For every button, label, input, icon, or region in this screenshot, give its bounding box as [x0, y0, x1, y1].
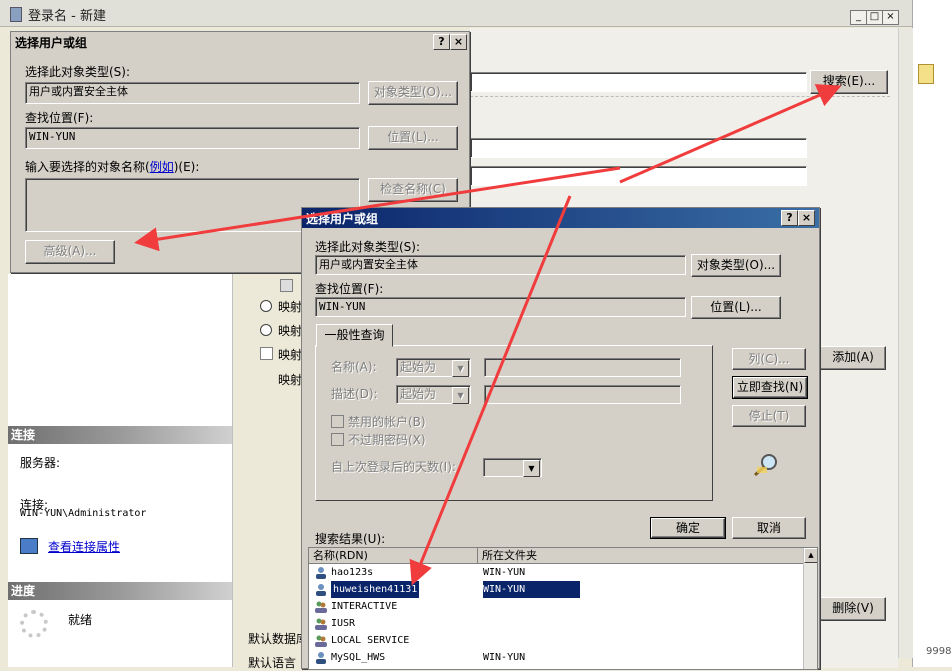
arrow-to-advanced	[134, 166, 621, 252]
annotation-arrows	[134, 84, 842, 586]
arrow-to-result	[409, 195, 572, 586]
arrow-to-search	[619, 84, 842, 184]
